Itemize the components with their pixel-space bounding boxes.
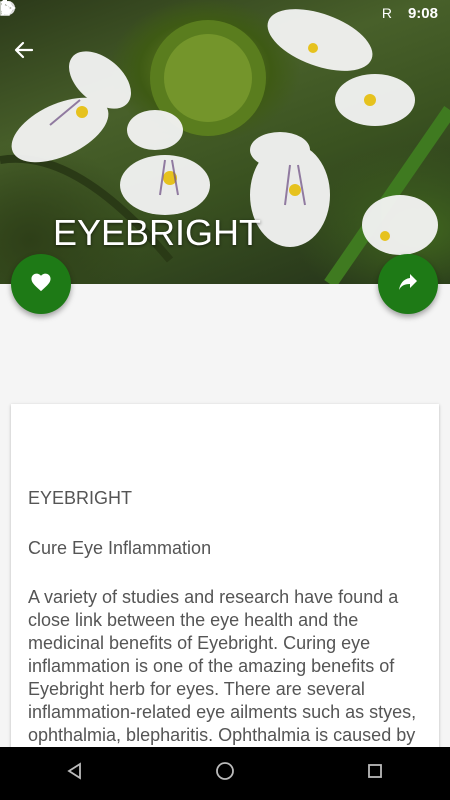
triangle-back-icon (66, 762, 84, 785)
article-subheading: Cure Eye Inflammation (28, 538, 212, 558)
system-nav-bar (0, 747, 450, 800)
hero-image: R 9:08 EYEBRIGHT (0, 0, 450, 284)
share-button[interactable] (378, 254, 438, 314)
heart-icon (30, 272, 52, 297)
article-heading: EYEBRIGHT (28, 488, 133, 508)
square-recents-icon (367, 763, 383, 784)
page-title: EYEBRIGHT (53, 212, 262, 253)
roaming-indicator: R (381, 5, 392, 21)
circle-home-icon (215, 761, 235, 786)
favorite-button[interactable] (11, 254, 71, 314)
share-icon (398, 273, 418, 296)
article-body: A variety of studies and research have f… (28, 587, 417, 764)
article-card: EYEBRIGHT Cure Eye Inflammation A variet… (11, 404, 439, 764)
nav-back-button[interactable] (45, 754, 105, 794)
nav-recents-button[interactable] (345, 754, 405, 794)
status-bar: R 9:08 (0, 0, 450, 26)
status-time: 9:08 (407, 4, 438, 22)
back-button[interactable] (14, 40, 48, 74)
nav-home-button[interactable] (195, 754, 255, 794)
